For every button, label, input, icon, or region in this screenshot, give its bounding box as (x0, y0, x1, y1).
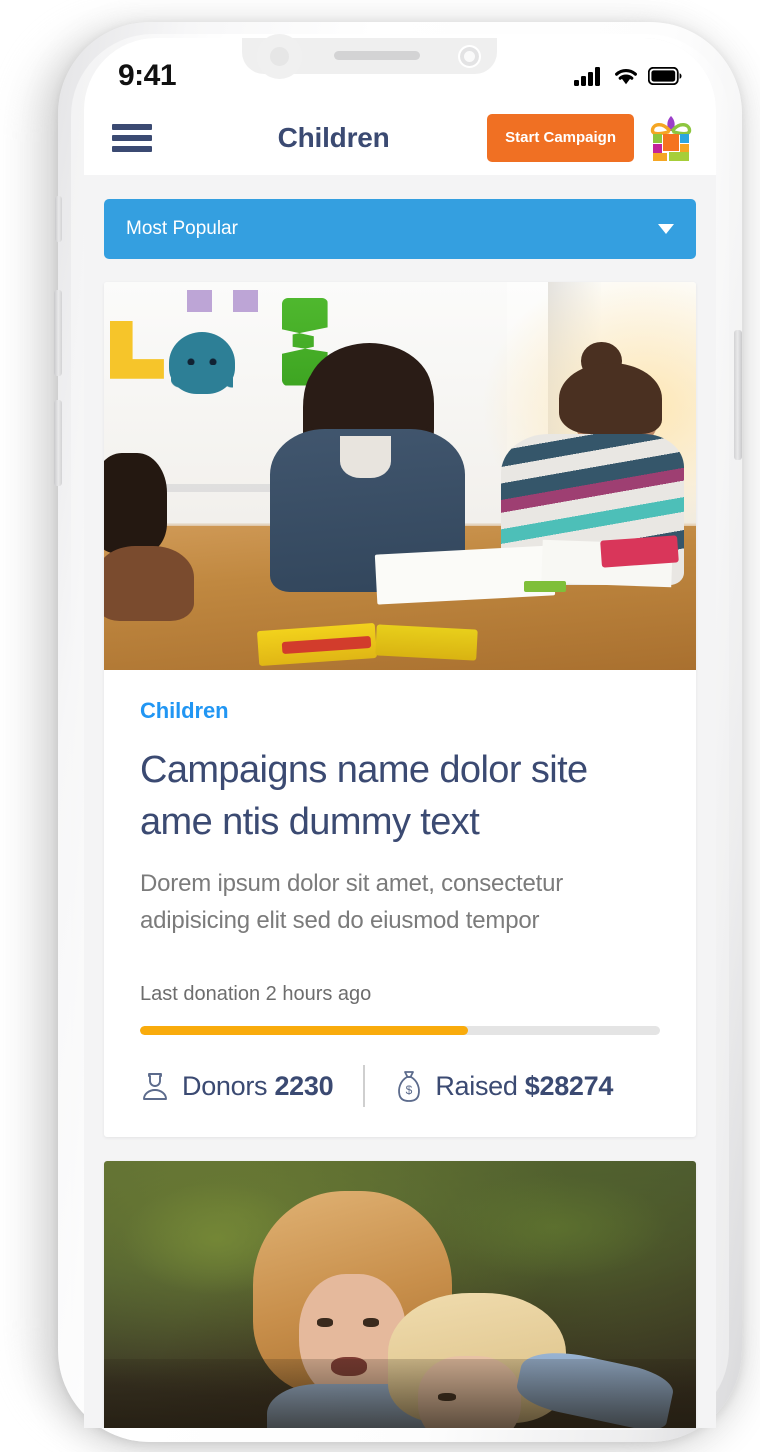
donor-person-icon (143, 1073, 167, 1100)
page-title: Children (277, 121, 390, 153)
hamburger-menu-icon[interactable] (112, 123, 152, 152)
phone-notch (242, 38, 497, 74)
wifi-icon (615, 69, 637, 85)
campaign-progress-bar (140, 1026, 660, 1036)
donors-value-text: Donors 2230 (182, 1070, 334, 1101)
volume-up-button[interactable] (54, 290, 62, 376)
cellular-signal-icon (574, 67, 600, 86)
phone-screen: 9:41 Children Start Campaign Most Popula… (84, 38, 716, 1428)
campaign-card-body: Children Campaigns name dolor site ame n… (104, 670, 696, 1137)
navigation-bar: Children Start Campaign (84, 100, 716, 175)
campaign-stats: Donors 2230 $ Raised $28274 (140, 1065, 660, 1108)
content-scroll-area[interactable]: Most Popular Children Campaigns name dol… (84, 175, 716, 1428)
battery-icon (648, 67, 682, 85)
app-container: 9:41 Children Start Campaign Most Popula… (84, 38, 716, 1428)
proximity-sensor-icon (270, 47, 289, 66)
last-donation-text: Last donation 2 hours ago (140, 983, 372, 1006)
volume-down-button[interactable] (54, 400, 62, 486)
silent-switch-button[interactable] (55, 196, 62, 242)
campaign-category[interactable]: Children (140, 698, 660, 724)
campaign-progress-fill (140, 1026, 468, 1036)
earpiece-speaker (334, 51, 420, 60)
campaign-card[interactable]: Children Campaigns name dolor site ame n… (104, 282, 696, 1138)
chevron-down-icon (658, 224, 674, 234)
money-bag-icon: $ (398, 1071, 421, 1102)
donors-stat: Donors 2230 (140, 1070, 334, 1102)
raised-value-text: Raised $28274 (435, 1070, 614, 1101)
campaign-card[interactable] (104, 1161, 696, 1428)
campaign-title[interactable]: Campaigns name dolor site ame ntis dummy… (140, 744, 660, 848)
campaign-image (104, 282, 696, 670)
power-button[interactable] (734, 330, 742, 460)
campaign-image (104, 1161, 696, 1428)
gift-box-logo-icon[interactable] (648, 113, 694, 163)
svg-text:$: $ (406, 1083, 413, 1097)
start-campaign-button[interactable]: Start Campaign (487, 113, 634, 162)
front-camera-icon (458, 45, 481, 68)
raised-stat: $ Raised $28274 (395, 1069, 613, 1103)
stats-divider (363, 1065, 366, 1108)
sort-filter-selected-value: Most Popular (126, 218, 238, 239)
campaign-description: Dorem ipsum dolor sit amet, consectetur … (140, 870, 564, 934)
status-icons (574, 66, 682, 86)
status-time: 9:41 (118, 59, 177, 92)
sort-filter-dropdown[interactable]: Most Popular (104, 199, 696, 259)
